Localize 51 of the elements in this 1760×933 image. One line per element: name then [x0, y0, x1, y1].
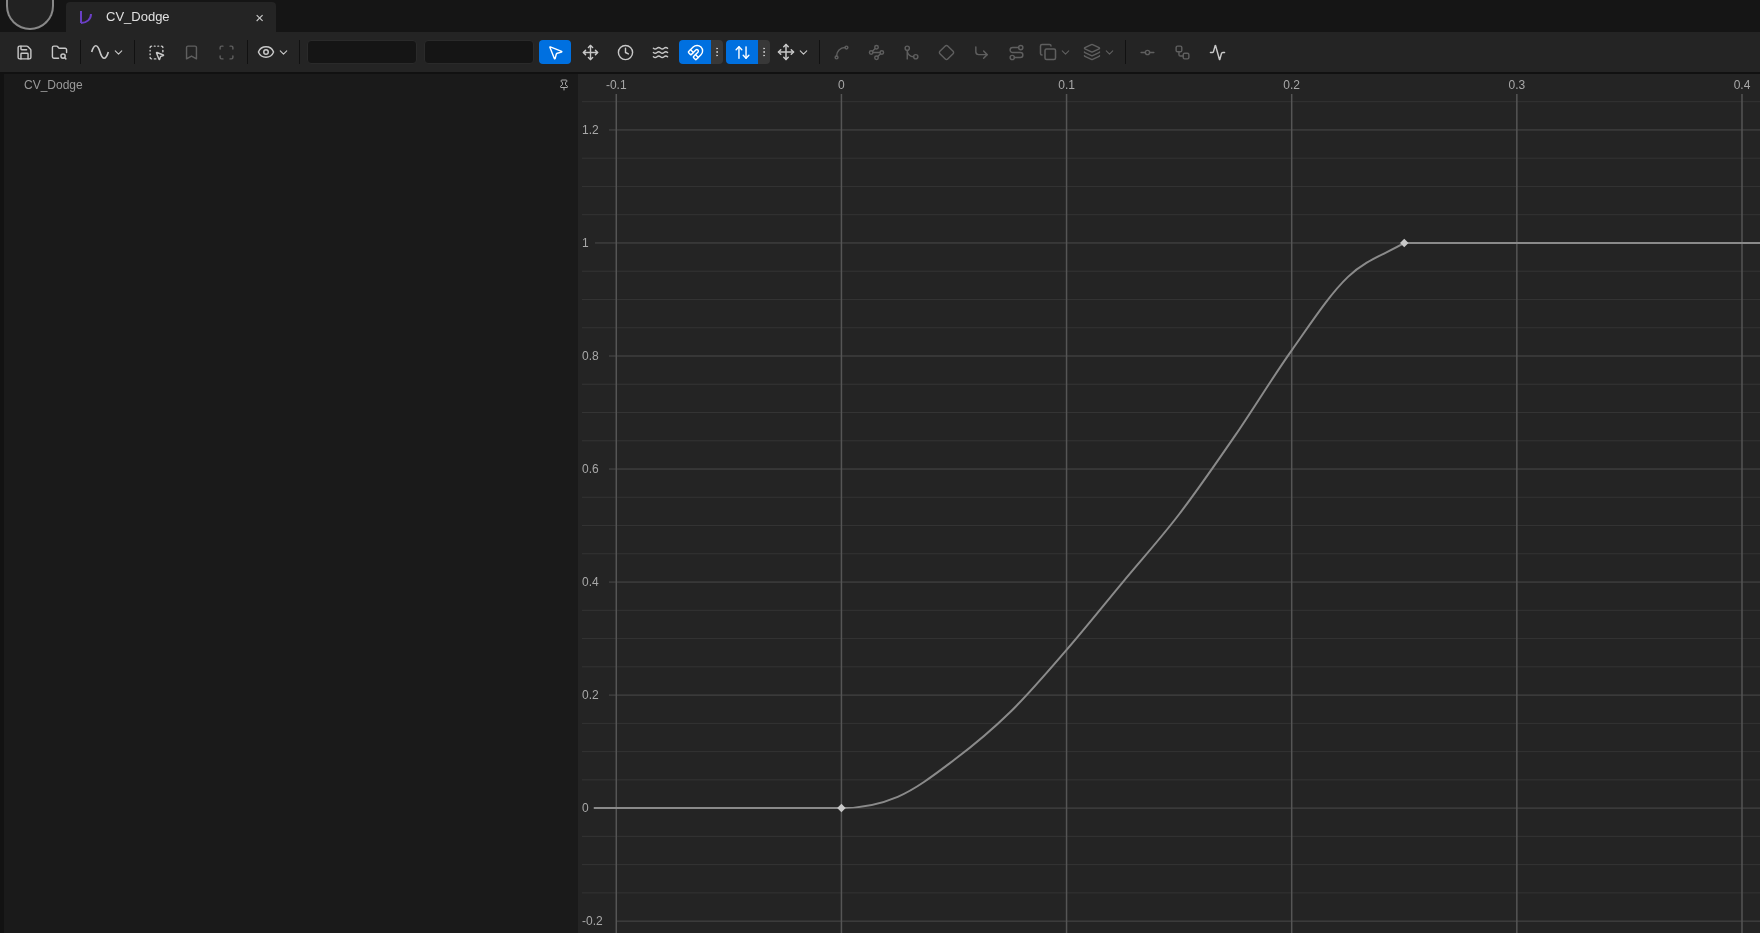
x-tick-label: 0.1: [1058, 78, 1075, 92]
y-tick-label: 1.2: [582, 122, 599, 137]
waypoints-icon: [867, 43, 885, 61]
y-tick-label: 0: [582, 801, 589, 816]
pin-icon: [558, 79, 570, 91]
y-tick-label: 0.2: [582, 688, 599, 703]
up-down-arrow-icon: [733, 43, 751, 61]
y-tick-label: -0.2: [582, 914, 603, 929]
scan-icon: [217, 43, 235, 61]
save-icon: [15, 43, 33, 61]
key-marker[interactable]: [837, 803, 846, 813]
move-icon: [777, 43, 795, 61]
y-tick-label: 0.6: [582, 462, 599, 477]
folder-search-icon: [50, 43, 68, 61]
select-frame-icon: [147, 43, 165, 61]
layers-icon: [1083, 43, 1101, 61]
snap-toggle[interactable]: [726, 40, 758, 64]
magnet-icon: [686, 43, 704, 61]
spline-icon: [832, 43, 850, 61]
options-button[interactable]: [711, 40, 723, 64]
tab-title: CV_Dodge: [106, 8, 171, 27]
x-tick-label: 0.2: [1283, 78, 1301, 92]
workflow-icon: [1173, 43, 1191, 61]
curve-asset-icon: [78, 9, 94, 25]
y-tick-label: 1: [582, 235, 589, 250]
document-tab[interactable]: CV_Dodge ×: [66, 2, 276, 32]
tool-button[interactable]: [539, 40, 571, 64]
y-tick-label: 0.8: [582, 349, 599, 363]
corner-arrow-icon: [972, 43, 990, 61]
logo-icon[interactable]: [6, 0, 54, 30]
pulse-icon: [1208, 43, 1226, 61]
eye-icon: [257, 43, 275, 61]
merge-icon: [902, 43, 920, 61]
x-tick-label: -0.1: [605, 78, 627, 92]
x-tick-label: 0.4: [1733, 78, 1751, 92]
move-icon: [581, 43, 599, 61]
key-marker[interactable]: [1400, 238, 1409, 248]
x-tick-label: 0.3: [1508, 78, 1526, 92]
copy-icon: [1039, 43, 1057, 61]
snap-toggle[interactable]: [679, 40, 711, 64]
route-icon: [1007, 43, 1025, 61]
options-button[interactable]: [758, 40, 770, 64]
diamond-icon: [937, 43, 955, 61]
curve-graph[interactable]: -0.2 0 0.2 0.4 0.6 0.8 1 1.2 -0.1 0 0.1 0.2 0.3 0.4: [578, 74, 1760, 933]
tree-item[interactable]: CV_Dodge: [4, 74, 578, 96]
pointer-icon: [546, 43, 564, 61]
sine-wave-icon: [90, 42, 110, 62]
y-tick-label: 0.4: [582, 575, 599, 590]
close-button[interactable]: ×: [255, 9, 264, 25]
x-tick-label: 0: [838, 78, 845, 92]
clock-icon: [616, 43, 634, 61]
